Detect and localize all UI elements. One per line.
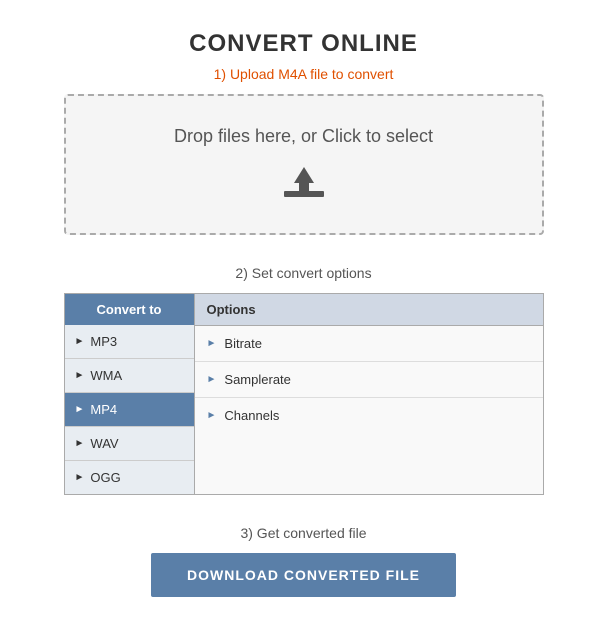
format-label-wav: WAV (90, 436, 118, 451)
page-title: CONVERT ONLINE (189, 30, 418, 58)
step3-label: 3) Get converted file (240, 525, 366, 541)
format-item-mp3[interactable]: ► MP3 (65, 325, 194, 359)
format-arrow-wav: ► (75, 438, 85, 449)
upload-text: Drop files here, or Click to select (174, 126, 433, 147)
option-samplerate[interactable]: ► Samplerate (195, 362, 543, 398)
option-arrow-bitrate: ► (207, 338, 217, 349)
options-panel: Options ► Bitrate ► Samplerate ► Channel… (195, 294, 543, 494)
option-label-channels: Channels (224, 408, 279, 423)
option-bitrate[interactable]: ► Bitrate (195, 326, 543, 362)
format-item-wma[interactable]: ► WMA (65, 359, 194, 393)
convert-options-panel: Convert to ► MP3 ► WMA ► MP4 ► WAV ► OGG… (64, 293, 544, 495)
format-label-mp3: MP3 (90, 334, 117, 349)
format-arrow-ogg: ► (75, 472, 85, 483)
format-arrow-mp4: ► (75, 404, 85, 415)
format-item-wav[interactable]: ► WAV (65, 427, 194, 461)
format-arrow-wma: ► (75, 370, 85, 381)
step2-label: 2) Set convert options (235, 265, 371, 281)
option-arrow-samplerate: ► (207, 374, 217, 385)
options-header: Options (195, 294, 543, 326)
upload-dropzone[interactable]: Drop files here, or Click to select (64, 94, 544, 235)
format-sidebar-header: Convert to (65, 294, 194, 325)
upload-icon (280, 163, 328, 203)
format-item-mp4[interactable]: ► MP4 (65, 393, 194, 427)
format-sidebar: Convert to ► MP3 ► WMA ► MP4 ► WAV ► OGG (65, 294, 195, 494)
format-item-ogg[interactable]: ► OGG (65, 461, 194, 494)
format-label-wma: WMA (90, 368, 122, 383)
format-label-ogg: OGG (90, 470, 120, 485)
format-label-mp4: MP4 (90, 402, 117, 417)
option-label-bitrate: Bitrate (224, 336, 262, 351)
step1-label: 1) Upload M4A file to convert (214, 66, 394, 82)
option-label-samplerate: Samplerate (224, 372, 290, 387)
download-button[interactable]: DOWNLOAD CONVERTED FILE (151, 553, 456, 597)
option-channels[interactable]: ► Channels (195, 398, 543, 433)
option-arrow-channels: ► (207, 410, 217, 421)
format-arrow-mp3: ► (75, 336, 85, 347)
